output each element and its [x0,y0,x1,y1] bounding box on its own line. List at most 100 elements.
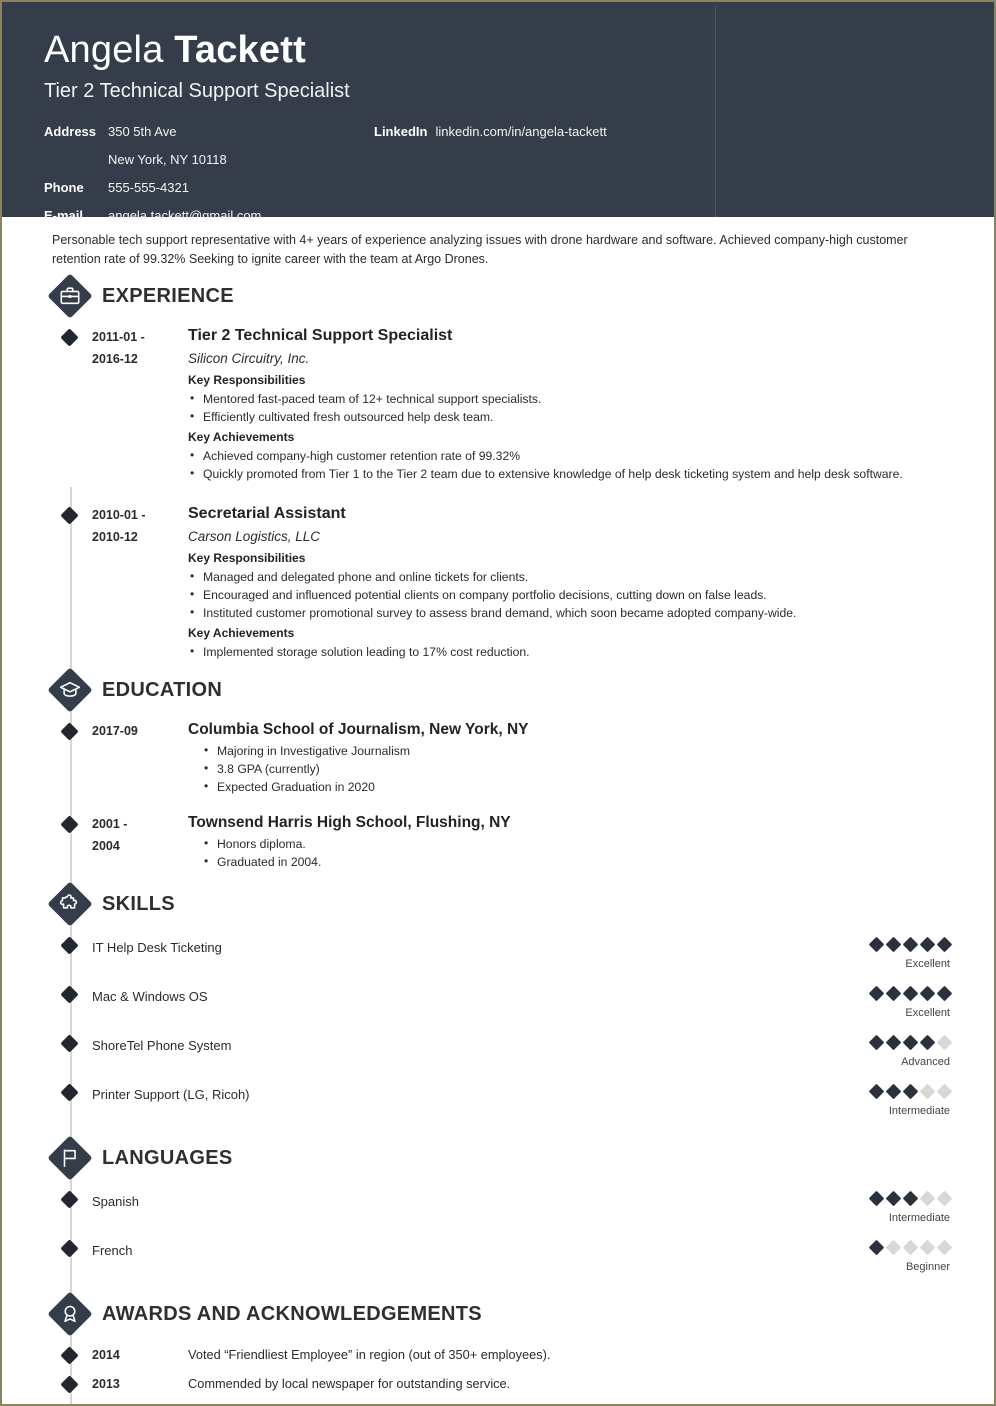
last-name: Tackett [174,29,306,71]
rating-diamond [902,1190,919,1207]
list-item: Encouraged and influenced potential clie… [188,585,948,604]
experience-company: Carson Logistics, LLC [188,529,321,544]
rating-label: Advanced [901,1056,950,1068]
section-awards: AWARDS AND ACKNOWLEDGEMENTS 2014 Voted “… [2,1291,994,1401]
experience-date-start: 2011-01 - [92,330,145,344]
experience-date: 2011-01 - 2016-12 [92,325,188,483]
skill-row: ShoreTel Phone System Advanced [48,1031,994,1080]
experience-bullet-list: Managed and delegated phone and online t… [188,567,948,622]
list-item: Implemented storage solution leading to … [188,642,948,661]
section-header-languages: LANGUAGES [47,1135,994,1181]
education-entry: 2017-09 Columbia School of Journalism, N… [48,713,994,796]
resume-body: Personable tech support representative w… [2,217,994,1404]
section-experience: EXPERIENCE 2011-01 - 2016-12 Tier 2 Tech… [2,273,994,661]
experience-date: 2010-01 - 2010-12 [92,503,188,661]
phone-value[interactable]: 555-555-4321 [108,178,189,198]
rating-label: Excellent [905,1007,950,1019]
experience-subheading: Key Achievements [188,430,295,444]
experience-details: Secretarial Assistant Carson Logistics, … [188,503,994,661]
language-name: French [92,1243,133,1258]
page-title: Angela Tackett [44,28,994,72]
list-item: Managed and delegated phone and online t… [188,567,948,586]
flag-icon [47,1135,93,1181]
list-item: Quickly promoted from Tier 1 to the Tier… [188,464,948,483]
rating-diamond [885,1190,902,1207]
timeline-diamond [48,325,92,483]
rating-diamond [936,1239,953,1256]
education-bullet-list: Majoring in Investigative Journalism 3.8… [202,741,948,796]
rating-label: Beginner [905,1261,950,1273]
timeline-diamond [48,1372,92,1401]
resume-page: Angela Tackett Tier 2 Technical Support … [0,0,996,1406]
experience-date-start: 2010-01 - [92,508,146,522]
section-header-skills: SKILLS [47,881,994,927]
section-title-languages: LANGUAGES [102,1146,233,1169]
section-header-awards: AWARDS AND ACKNOWLEDGEMENTS [47,1291,994,1337]
list-item: Honors diploma. [202,834,948,853]
list-item: Majoring in Investigative Journalism [202,741,948,760]
briefcase-icon [47,273,93,319]
rating-diamond [868,985,885,1002]
rating-diamond [902,1083,919,1100]
list-item: Expected Graduation in 2020 [202,777,948,796]
language-row: Spanish Intermediate [48,1187,994,1236]
address-value: 350 5th Ave [108,124,177,139]
experience-entry: 2011-01 - 2016-12 Tier 2 Technical Suppo… [48,319,994,483]
job-title: Tier 2 Technical Support Specialist [44,80,350,102]
contact-info: LinkedIn linkedin.com/in/angela-tackett … [44,122,944,226]
rating-diamond [936,1083,953,1100]
linkedin-row: LinkedIn linkedin.com/in/angela-tackett [374,122,607,142]
section-title-experience: EXPERIENCE [102,284,234,307]
language-name: Spanish [92,1194,139,1209]
rating-diamond [868,1034,885,1051]
education-school: Townsend Harris High School, Flushing, N… [188,814,511,831]
rating-diamond [919,1034,936,1051]
timeline-diamond [48,719,92,796]
rating-diamond [902,1034,919,1051]
rating-diamond [919,1239,936,1256]
rating-label: Intermediate [888,1105,950,1117]
experience-entry: 2010-01 - 2010-12 Secretarial Assistant … [48,497,994,661]
timeline-diamond [48,503,92,661]
award-ribbon-icon [47,1291,93,1337]
rating-dots [854,1190,953,1207]
skill-name: IT Help Desk Ticketing [92,940,222,955]
education-date-end: 2004 [92,839,120,853]
phone-label: Phone [44,180,84,195]
rating-diamond [936,1190,953,1207]
rating-label: Excellent [905,958,950,970]
rating-diamond [902,1239,919,1256]
rating-diamond [919,985,936,1002]
experience-company: Silicon Circuitry, Inc. [188,351,310,366]
puzzle-piece-icon [47,881,93,927]
skill-name: Printer Support (LG, Ricoh) [92,1087,250,1102]
address-label: Address [44,124,97,139]
education-date: 2001 - 2004 [92,812,188,871]
timeline-diamond [48,1343,92,1372]
section-education: EDUCATION 2017-09 Columbia School of Jou… [2,667,994,871]
experience-job-title: Secretarial Assistant [188,505,346,522]
rating-dots [854,1083,953,1100]
experience-subheading: Key Achievements [188,626,295,640]
education-details: Columbia School of Journalism, New York,… [188,719,994,796]
experience-job-title: Tier 2 Technical Support Specialist [188,327,453,344]
skill-name: Mac & Windows OS [92,989,208,1004]
section-header-experience: EXPERIENCE [47,273,994,319]
rating-diamond [936,936,953,953]
rating-diamond [885,936,902,953]
rating-diamond [936,985,953,1002]
list-item: Efficiently cultivated fresh outsourced … [188,407,948,426]
skill-row: IT Help Desk Ticketing Excellent [48,933,994,982]
education-details: Townsend Harris High School, Flushing, N… [188,812,994,871]
linkedin-value[interactable]: linkedin.com/in/angela-tackett [435,122,606,142]
skill-rating: Excellent [854,982,994,1020]
skill-name: ShoreTel Phone System [92,1038,232,1053]
experience-bullet-list: Mentored fast-paced team of 12+ technica… [188,389,948,426]
rating-diamond [868,1239,885,1256]
section-title-skills: SKILLS [102,892,175,915]
list-item: 3.8 GPA (currently) [202,759,948,778]
experience-subheading: Key Responsibilities [188,373,306,387]
graduation-cap-icon [47,667,93,713]
language-row: French Beginner [48,1236,994,1285]
rating-diamond [936,1034,953,1051]
